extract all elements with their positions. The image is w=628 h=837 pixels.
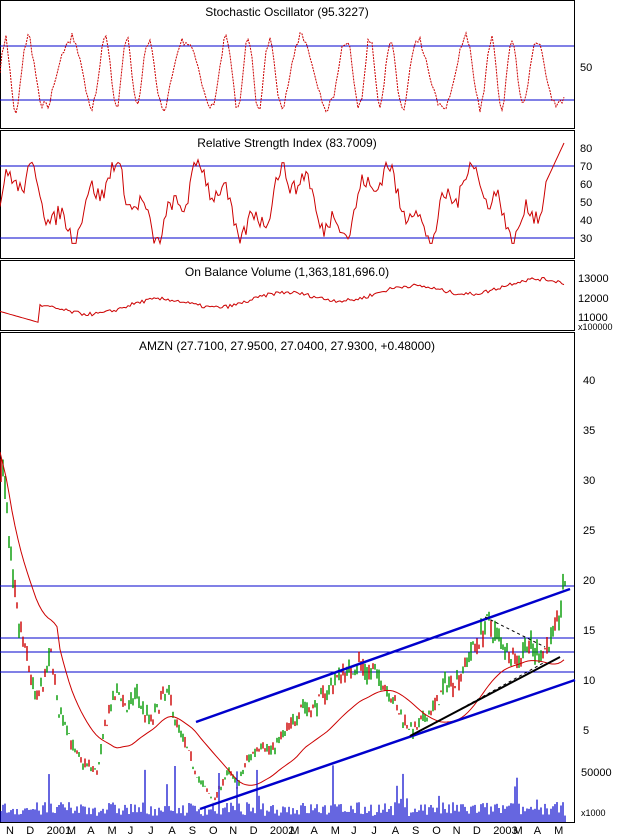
- x-axis-label-20: S: [412, 825, 419, 837]
- x-axis-label-15: A: [311, 825, 319, 837]
- price-tick-30: 30: [583, 475, 595, 487]
- obv-multiplier: x100000: [578, 322, 613, 332]
- volume-multiplier: x1000: [581, 808, 606, 818]
- rsi-tick-30: 30: [580, 233, 592, 245]
- x-axis-label-18: J: [371, 825, 377, 837]
- price-title: AMZN (27.7100, 27.9500, 27.0400, 27.9300…: [139, 339, 435, 353]
- price-tick-35: 35: [583, 425, 595, 437]
- trend-support-line: [409, 656, 561, 737]
- rsi-tick-80: 80: [580, 143, 592, 155]
- x-axis-label-10: O: [209, 825, 218, 837]
- panel-frames: [0, 0, 575, 823]
- x-axis-label-17: J: [351, 825, 357, 837]
- obv-tick-12000: 12000: [578, 293, 609, 305]
- x-axis-label-16: M: [331, 825, 340, 837]
- x-axis-label-3: M: [67, 825, 76, 837]
- x-axis-label-19: A: [392, 825, 400, 837]
- price-tick-20: 20: [583, 575, 595, 587]
- x-axis-label-6: J: [128, 825, 134, 837]
- rsi-tick-60: 60: [580, 179, 592, 191]
- x-axis-label-1: D: [26, 825, 34, 837]
- x-axis-label-4: A: [87, 825, 95, 837]
- x-axis-label-11: N: [229, 825, 237, 837]
- price-tick-10: 10: [583, 675, 595, 687]
- volume-tick-50000: 50000: [581, 767, 612, 779]
- x-axis-label-12: D: [250, 825, 258, 837]
- rsi-line: [0, 142, 565, 246]
- rsi-tick-40: 40: [580, 215, 592, 227]
- price-frame: [0, 332, 575, 823]
- chart-svg: Stochastic Oscillator (95.3227) Relative…: [0, 0, 613, 837]
- price-tick-5: 5: [583, 725, 589, 737]
- obv-title: On Balance Volume (1,363,181,696.0): [185, 265, 389, 279]
- rsi-tick-70: 70: [580, 161, 592, 173]
- x-axis-label-9: S: [189, 825, 196, 837]
- x-axis-label-23: D: [473, 825, 481, 837]
- x-axis-label-0: N: [6, 825, 14, 837]
- obv-tick-13000: 13000: [578, 273, 609, 285]
- x-axis-label-25: M: [514, 825, 523, 837]
- price-tick-15: 15: [583, 625, 595, 637]
- obv-line: [0, 276, 565, 323]
- trend-dashed-line-2: [484, 616, 546, 648]
- x-axis-label-14: M: [290, 825, 299, 837]
- stochastic-line: [0, 31, 565, 115]
- x-axis-label-5: M: [108, 825, 117, 837]
- price-tick-40: 40: [583, 375, 595, 387]
- x-axis-label-27: M: [554, 825, 563, 837]
- stock-chart: Stochastic Oscillator (95.3227) Relative…: [0, 0, 628, 837]
- stoch-tick-50: 50: [580, 62, 592, 74]
- x-axis-label-22: N: [453, 825, 461, 837]
- x-axis-label-7: J: [148, 825, 154, 837]
- price-tick-25: 25: [583, 525, 595, 537]
- rsi-tick-50: 50: [580, 197, 592, 209]
- x-axis-label-8: A: [168, 825, 176, 837]
- stochastic-title: Stochastic Oscillator (95.3227): [205, 5, 368, 19]
- moving-average-line: [0, 451, 565, 786]
- chart-marks: N D 2001M A M J J A S O N D 2002M A M J J A S O N D 2003M A M: [0, 31, 576, 837]
- rsi-title: Relative Strength Index (83.7009): [197, 136, 376, 150]
- x-axis-label-26: A: [534, 825, 542, 837]
- stochastic-frame: [0, 0, 575, 129]
- x-axis-label-21: O: [432, 825, 441, 837]
